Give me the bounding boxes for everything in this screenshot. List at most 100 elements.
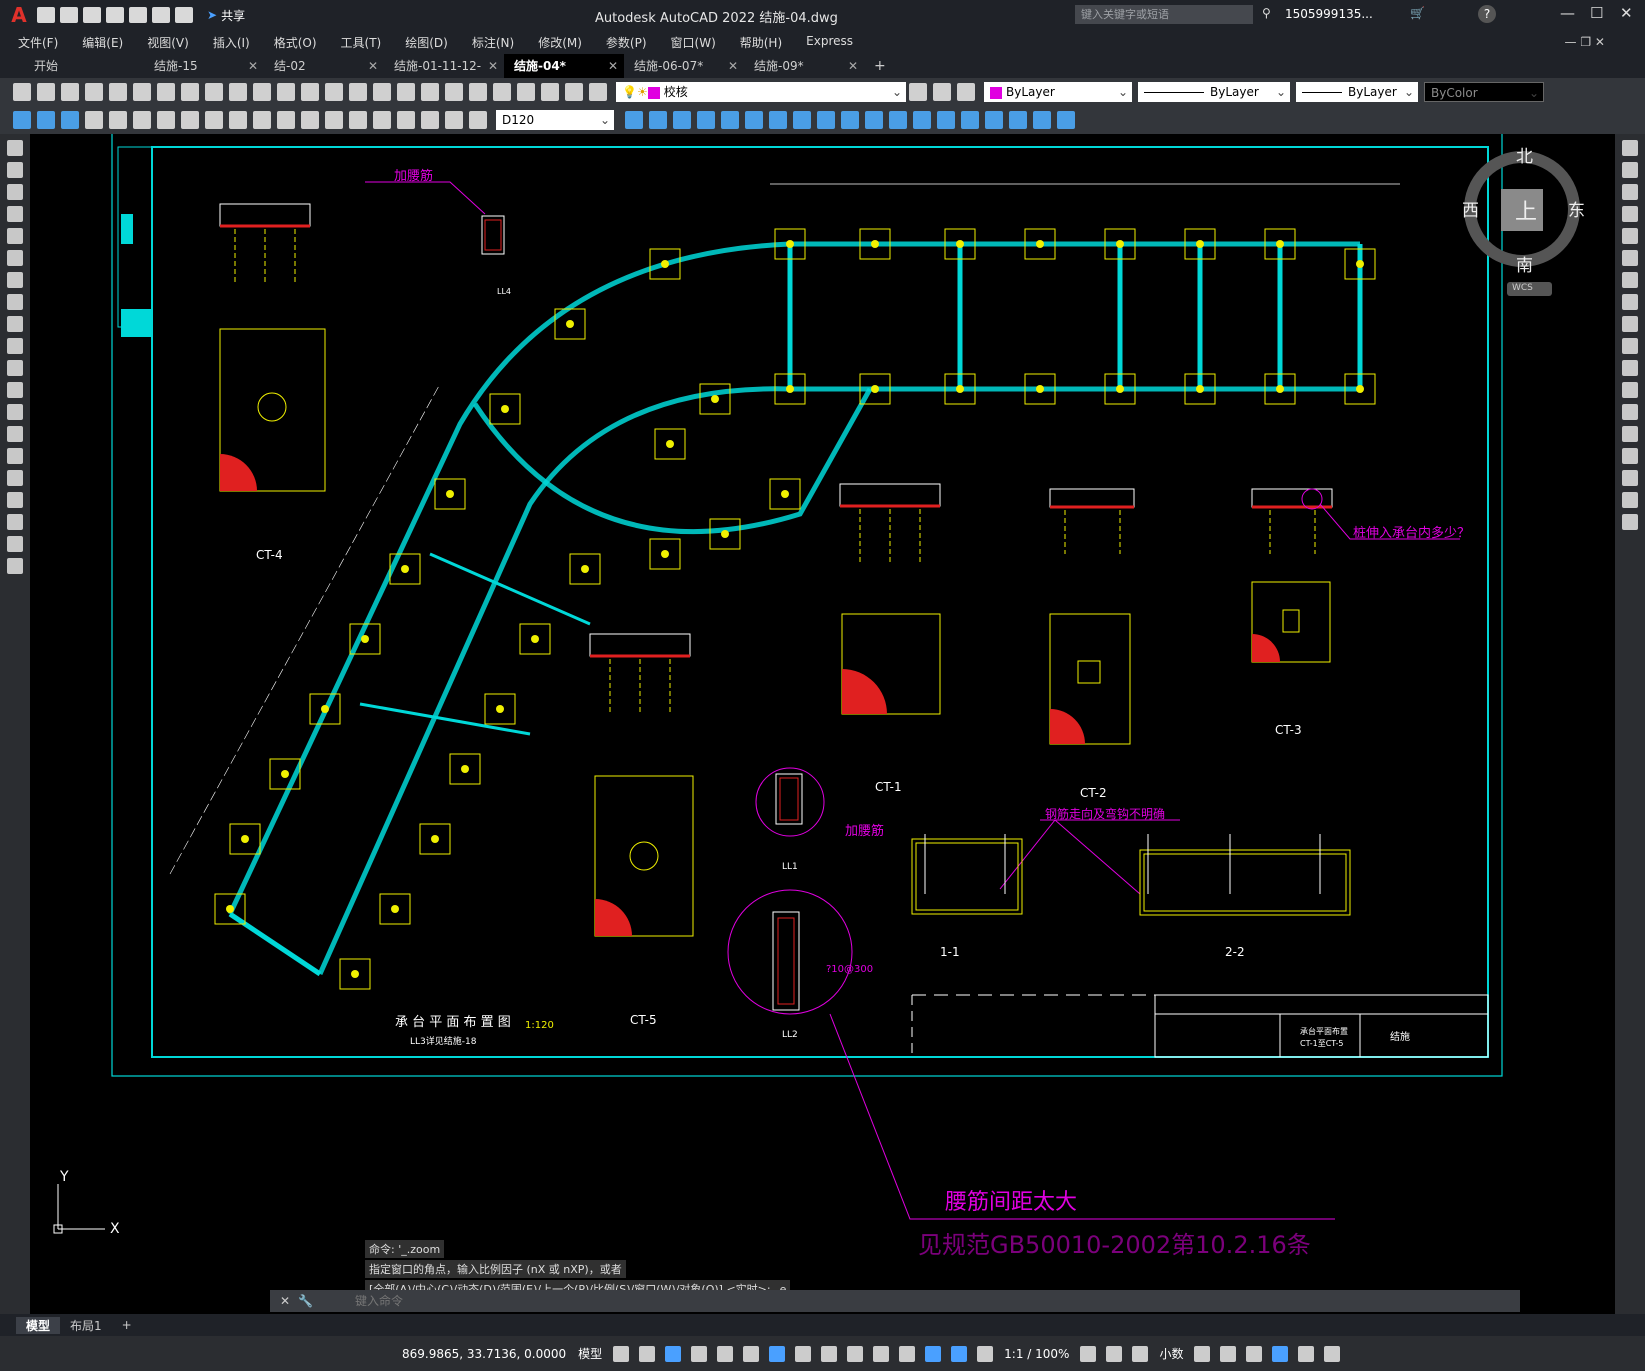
matchprop-icon[interactable] xyxy=(253,83,271,101)
close-icon[interactable]: ✕ xyxy=(280,1294,290,1308)
isodraft-icon[interactable] xyxy=(717,1345,734,1362)
break-icon[interactable] xyxy=(1622,404,1638,420)
menu-item-3[interactable]: 插入(I) xyxy=(213,34,250,51)
jogged-linear-icon[interactable] xyxy=(397,111,415,129)
inspection-icon[interactable] xyxy=(373,111,391,129)
viewcube-south[interactable]: 南 xyxy=(1516,251,1533,276)
3d-osnap-icon[interactable] xyxy=(873,1345,890,1362)
blend-icon[interactable] xyxy=(1622,492,1638,508)
dim-text-edit-icon[interactable] xyxy=(445,111,463,129)
units-value[interactable]: 小数 xyxy=(1159,1345,1183,1362)
redo-icon[interactable] xyxy=(175,7,193,23)
file-tab-0[interactable]: 开始 xyxy=(24,54,144,78)
pan-icon[interactable] xyxy=(325,83,343,101)
dim-linear-icon[interactable] xyxy=(13,111,31,129)
make-block-icon[interactable] xyxy=(7,404,23,420)
layer-dropdown[interactable]: 💡☀ 校核 ⌄ xyxy=(616,82,906,102)
menu-item-10[interactable]: 窗口(W) xyxy=(671,34,716,51)
user-account[interactable]: 1505999135... xyxy=(1285,7,1373,21)
fillet-icon[interactable] xyxy=(1622,470,1638,486)
join-icon[interactable] xyxy=(913,111,931,129)
menu-item-1[interactable]: 编辑(E) xyxy=(82,34,123,51)
plus-icon[interactable] xyxy=(1106,1345,1123,1362)
stretch-icon[interactable] xyxy=(817,111,835,129)
dim-continue-icon[interactable] xyxy=(253,111,271,129)
share-icon[interactable]: ➤ xyxy=(207,8,217,22)
chamfer-icon[interactable] xyxy=(937,111,955,129)
insert-block-icon[interactable] xyxy=(7,382,23,398)
gradient-icon[interactable] xyxy=(7,470,23,486)
transparency-icon[interactable] xyxy=(821,1345,838,1362)
menu-item-0[interactable]: 文件(F) xyxy=(18,34,58,51)
help-icon[interactable]: ? xyxy=(1478,5,1496,23)
preview-icon[interactable] xyxy=(109,83,127,101)
rotate-icon[interactable] xyxy=(1622,272,1638,288)
spline-icon[interactable] xyxy=(7,316,23,332)
scale-icon[interactable] xyxy=(1622,294,1638,310)
snap-icon[interactable] xyxy=(639,1345,656,1362)
viewcube-top[interactable]: 上 xyxy=(1515,194,1537,226)
dim-break-icon[interactable] xyxy=(301,111,319,129)
osnap-icon[interactable] xyxy=(769,1345,786,1362)
move-icon[interactable] xyxy=(745,111,763,129)
add-layout-button[interactable]: + xyxy=(112,1318,142,1332)
new-icon[interactable] xyxy=(13,83,31,101)
plotstyle-dropdown[interactable]: ByColor ⌄ xyxy=(1424,82,1544,102)
extend-icon[interactable] xyxy=(865,111,883,129)
design-center-icon[interactable] xyxy=(445,83,463,101)
open-icon[interactable] xyxy=(60,7,78,23)
ellipse-arc-icon[interactable] xyxy=(7,360,23,376)
move-icon[interactable] xyxy=(1622,250,1638,266)
model-space-button[interactable]: 模型 xyxy=(578,1345,602,1362)
quick-properties-icon[interactable] xyxy=(1194,1345,1211,1362)
lock-ui-icon[interactable] xyxy=(1220,1345,1237,1362)
file-tab-2[interactable]: 结-02 ✕ xyxy=(264,54,384,78)
3dprint-icon[interactable] xyxy=(157,83,175,101)
dim-space-icon[interactable] xyxy=(277,111,295,129)
hardware-accel-icon[interactable] xyxy=(1272,1345,1289,1362)
ortho-icon[interactable] xyxy=(665,1345,682,1362)
file-tab-1[interactable]: 结施-15 ✕ xyxy=(144,54,264,78)
add-selected-icon[interactable] xyxy=(7,558,23,574)
maximize-button[interactable]: ☐ xyxy=(1590,4,1603,22)
color-dropdown[interactable]: ByLayer ⌄ xyxy=(984,82,1132,102)
linetype-dropdown[interactable]: ByLayer ⌄ xyxy=(1138,82,1290,102)
dim-ordinate-icon[interactable] xyxy=(85,111,103,129)
file-tab-5[interactable]: 结施-06-07* ✕ xyxy=(624,54,744,78)
trim-icon[interactable] xyxy=(1622,338,1638,354)
layer-previous-icon[interactable] xyxy=(933,83,951,101)
mtext-icon[interactable] xyxy=(7,536,23,552)
gizmo-icon[interactable] xyxy=(951,1345,968,1362)
close-tab-icon[interactable]: ✕ xyxy=(248,54,258,78)
grid-icon[interactable] xyxy=(613,1345,630,1362)
dim-baseline-icon[interactable] xyxy=(229,111,247,129)
search-input[interactable]: 键入关键字或短语 xyxy=(1075,5,1253,24)
dim-update-icon[interactable] xyxy=(469,111,487,129)
file-tab-4[interactable]: 结施-04* ✕ xyxy=(504,54,624,78)
rotate-icon[interactable] xyxy=(769,111,787,129)
dynamic-ucs-icon[interactable] xyxy=(899,1345,916,1362)
polygon-icon[interactable] xyxy=(7,206,23,222)
selection-filter-icon[interactable] xyxy=(925,1345,942,1362)
explode-icon[interactable] xyxy=(985,111,1003,129)
help-icon[interactable] xyxy=(565,83,583,101)
group-icon[interactable] xyxy=(1033,111,1051,129)
break-icon[interactable] xyxy=(889,111,907,129)
paste-icon[interactable] xyxy=(229,83,247,101)
dim-radius-icon[interactable] xyxy=(109,111,127,129)
redo-icon[interactable] xyxy=(301,83,319,101)
layer-properties-icon[interactable] xyxy=(589,83,607,101)
undo-icon[interactable] xyxy=(152,7,170,23)
erase-icon[interactable] xyxy=(1622,140,1638,156)
explode-icon[interactable] xyxy=(1622,514,1638,530)
array-icon[interactable] xyxy=(1622,228,1638,244)
scale-icon[interactable] xyxy=(793,111,811,129)
tolerance-icon[interactable] xyxy=(325,111,343,129)
saveas-icon[interactable] xyxy=(106,7,124,23)
zoom-previous-icon[interactable] xyxy=(397,83,415,101)
dim-jogged-icon[interactable] xyxy=(133,111,151,129)
menu-item-12[interactable]: Express xyxy=(806,34,853,51)
menu-item-9[interactable]: 参数(P) xyxy=(606,34,647,51)
polyline-icon[interactable] xyxy=(7,184,23,200)
minimize-button[interactable]: — xyxy=(1560,4,1575,22)
